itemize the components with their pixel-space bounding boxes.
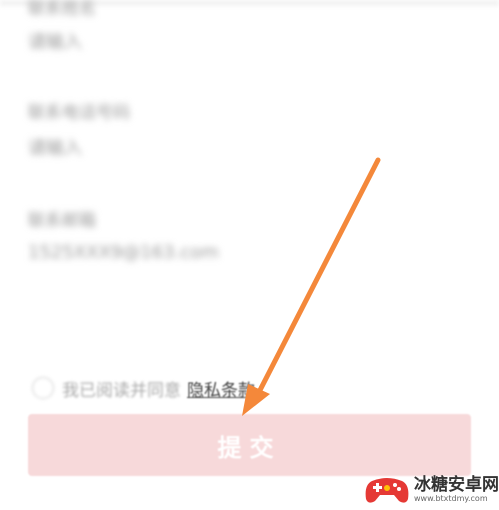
watermark: 冰糖安卓网 www.btxtdmy.com <box>364 470 499 510</box>
gamepad-logo-icon <box>365 478 409 503</box>
watermark-name: 冰糖安卓网 <box>414 475 499 496</box>
watermark-url: www.btxtdmy.com <box>414 493 488 503</box>
arrow-shaft <box>253 157 381 401</box>
arrow-head <box>242 384 270 416</box>
annotation-arrow-icon <box>242 157 381 416</box>
